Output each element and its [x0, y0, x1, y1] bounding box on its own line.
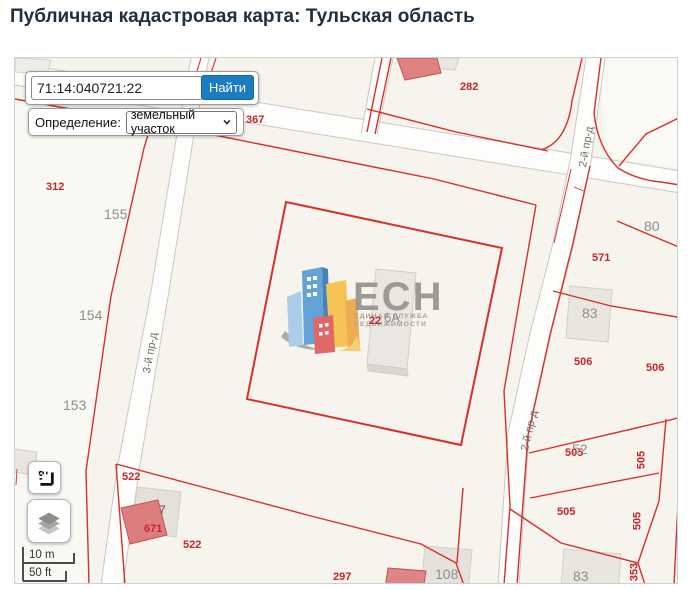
map-canvas: ЕСН ЕДИНАЯ СЛУЖБА НЕДВИЖИМОСТИ	[15, 58, 678, 584]
address-number-label: 108	[435, 567, 458, 581]
parcel-number-label: 505	[633, 512, 644, 530]
search-input[interactable]	[31, 76, 203, 100]
parcel-number-label: 506	[574, 357, 592, 368]
parcel-number-label: 506	[646, 363, 664, 374]
parcel-number-label: 671	[144, 524, 162, 535]
address-number-label: 7	[159, 504, 166, 516]
layers-icon	[34, 506, 64, 536]
page-title: Публичная кадастровая карта: Тульская об…	[10, 6, 475, 28]
parcel-number-label: 571	[592, 253, 610, 264]
cadastral-map[interactable]: ЕСН ЕДИНАЯ СЛУЖБА НЕДВИЖИМОСТИ 367 312 282…	[14, 57, 678, 584]
definition-select[interactable]: земельный участок	[126, 111, 237, 134]
parcel-number-label: 522	[183, 540, 201, 551]
parcel-number-label: 312	[46, 182, 64, 193]
parcel-number-label: 522	[122, 472, 140, 483]
address-number-label: 52	[572, 442, 588, 456]
parcel-number-label: 367	[246, 115, 264, 126]
address-number-label: 80	[644, 219, 660, 233]
chevron-down-icon	[222, 116, 232, 128]
definition-selected-value: земельный участок	[131, 108, 222, 136]
scale-imperial: 50 ft	[29, 567, 51, 579]
address-number-label: 6А	[384, 311, 400, 324]
address-number-label: 83	[582, 306, 598, 320]
measure-area-icon	[34, 467, 56, 489]
find-button[interactable]: Найти	[201, 75, 254, 100]
parcel-number-label: 297	[333, 572, 351, 583]
definition-panel: Определение: земельный участок	[28, 108, 244, 136]
address-number-label: 155	[104, 207, 127, 221]
parcel-number-label: 282	[460, 82, 478, 93]
parcel-number-label: 505	[637, 451, 648, 469]
scale-bar: 10 m 50 ft	[22, 545, 102, 584]
scale-metric: 10 m	[29, 549, 55, 561]
parcel-number-label: 22	[369, 316, 381, 327]
layers-button[interactable]	[27, 499, 71, 543]
measure-button[interactable]	[28, 461, 61, 494]
parcel-number-label: 353	[630, 563, 641, 581]
address-number-label: 83	[573, 569, 589, 583]
parcel-number-label: 505	[557, 507, 575, 518]
address-number-label: 154	[79, 308, 102, 322]
definition-label: Определение:	[35, 115, 121, 130]
search-panel: Найти	[25, 71, 259, 105]
address-number-label: 153	[63, 398, 86, 412]
